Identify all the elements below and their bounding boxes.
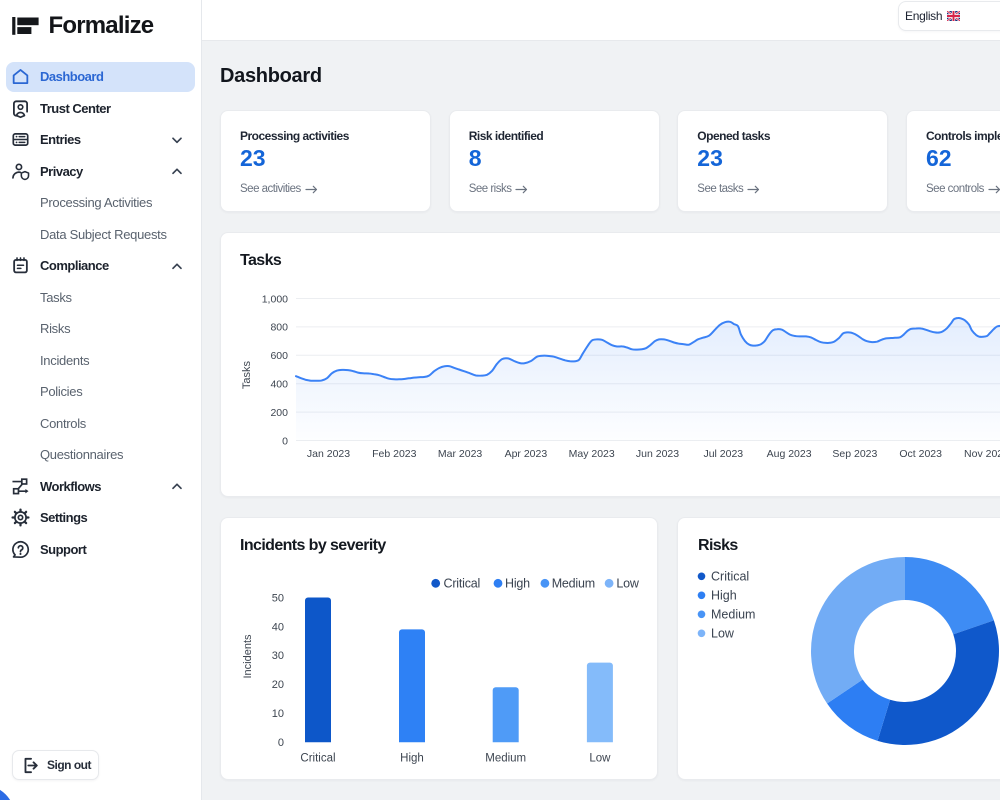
svg-text:20: 20 [272,679,284,691]
svg-text:600: 600 [270,350,288,362]
svg-text:400: 400 [270,379,288,391]
svg-text:Jan 2023: Jan 2023 [307,448,350,460]
svg-text:200: 200 [270,407,288,419]
svg-text:10: 10 [272,708,284,720]
svg-text:Medium: Medium [711,608,755,622]
svg-text:Medium: Medium [552,577,595,591]
svg-text:Low: Low [711,627,735,641]
svg-text:Jul 2023: Jul 2023 [703,448,743,460]
svg-text:Jun 2023: Jun 2023 [636,448,679,460]
svg-text:High: High [505,577,530,591]
svg-text:Sep 2023: Sep 2023 [832,448,877,460]
svg-text:Nov 2023: Nov 2023 [964,448,1000,460]
svg-text:40: 40 [272,621,284,633]
svg-text:0: 0 [278,737,284,749]
svg-text:50: 50 [272,592,284,604]
svg-text:Oct 2023: Oct 2023 [899,448,942,460]
svg-text:May 2023: May 2023 [569,448,615,460]
svg-text:Mar 2023: Mar 2023 [438,448,483,460]
svg-text:30: 30 [272,650,284,662]
svg-text:Medium: Medium [485,753,526,765]
svg-text:Critical: Critical [300,753,335,765]
svg-text:Critical: Critical [444,577,481,591]
svg-text:Low: Low [616,577,640,591]
svg-text:Critical: Critical [711,570,749,584]
svg-text:High: High [711,589,737,603]
svg-text:1,000: 1,000 [262,293,288,305]
svg-text:800: 800 [270,322,288,334]
svg-text:Feb 2023: Feb 2023 [372,448,417,460]
svg-text:Aug 2023: Aug 2023 [767,448,812,460]
svg-text:Incidents: Incidents [242,634,254,679]
svg-text:Low: Low [589,753,611,765]
svg-text:Tasks: Tasks [241,360,253,389]
svg-text:Apr 2023: Apr 2023 [505,448,548,460]
svg-text:High: High [400,753,424,765]
svg-text:0: 0 [282,435,288,447]
